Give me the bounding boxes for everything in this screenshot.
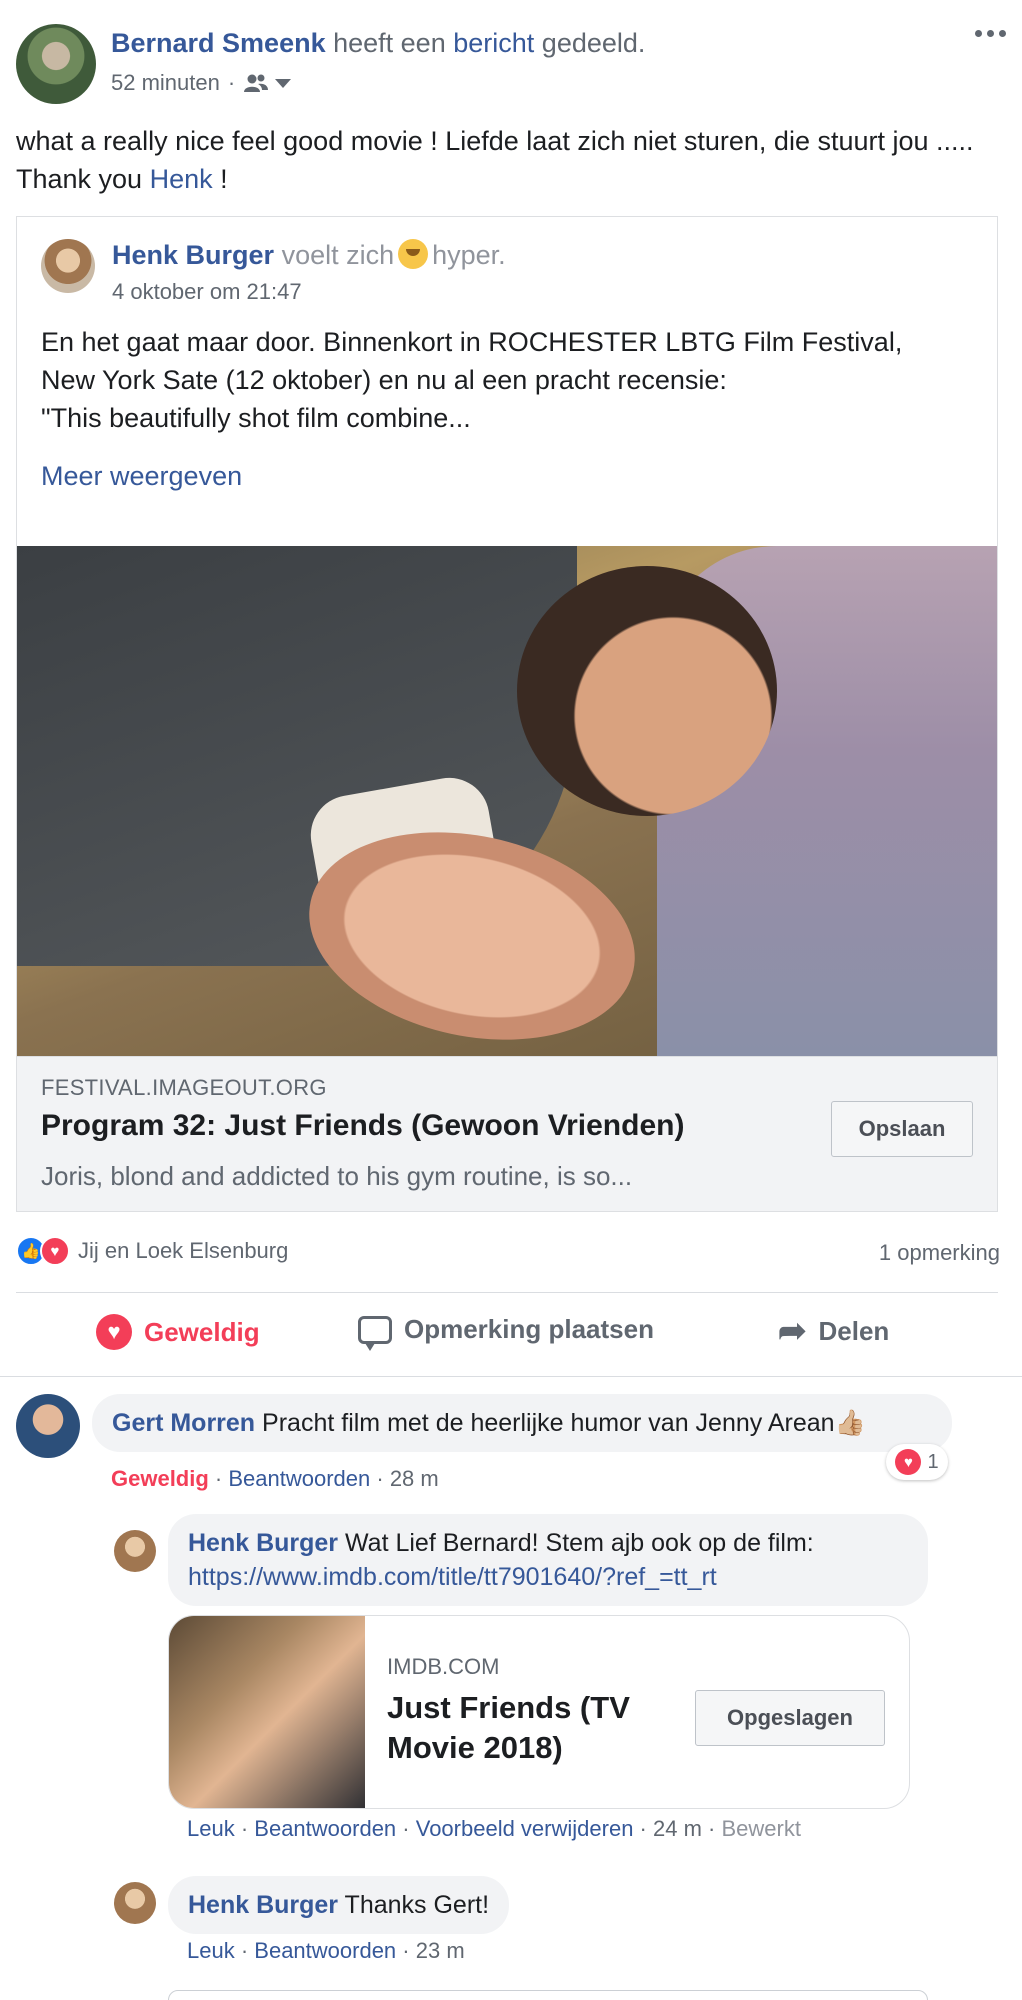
shared-text-line: "This beautifully shot film combine... [41, 403, 471, 433]
comment-reaction-count[interactable]: ♥ 1 [886, 1444, 948, 1480]
remove-preview-link[interactable]: Voorbeeld verwijderen [416, 1816, 634, 1841]
reply-bubble: Henk Burger Thanks Gert! [168, 1876, 510, 1934]
audience-selector[interactable] [243, 73, 292, 93]
friends-icon [244, 74, 269, 92]
reply-author[interactable]: Henk Burger [188, 1891, 338, 1919]
shared-post-card: Henk Burger voelt zich hyper. 4 oktober o… [16, 216, 998, 1212]
feeling-label: hyper. [432, 240, 506, 270]
feeling-prefix: voelt zich [281, 240, 395, 270]
saved-button[interactable]: Opgeslagen [695, 1690, 885, 1746]
reply-text: Thanks Gert! [344, 1891, 490, 1919]
comment-button[interactable]: Opmerking plaatsen [358, 1314, 654, 1351]
post-meta: 52 minuten · [111, 70, 292, 96]
post-text-end: ! [220, 164, 228, 194]
post-time[interactable]: 52 minuten [111, 70, 220, 96]
reactions-summary[interactable]: 👍 ♥ Jij en Loek Elsenburg [16, 1236, 288, 1266]
heart-icon: ♥ [895, 1449, 922, 1475]
post-text: what a really nice feel good movie ! Lie… [16, 122, 996, 198]
link-domain: FESTIVAL.IMAGEOUT.ORG [41, 1075, 327, 1100]
reaction-count: 1 [927, 1450, 939, 1473]
imdb-link-preview[interactable]: IMDB.COM Just Friends (TV Movie 2018) Op… [168, 1615, 910, 1809]
comment-bubble: Gert Morren Pracht film met de heerlijke… [92, 1394, 952, 1452]
shared-text-1: heeft een [333, 28, 446, 58]
like-link[interactable]: Leuk [187, 1816, 235, 1841]
reactions-text: Jij en Loek Elsenburg [78, 1238, 289, 1263]
comment-icon [358, 1315, 392, 1351]
meta-separator: · [227, 70, 236, 95]
comment-label: Opmerking plaatsen [404, 1314, 654, 1344]
comments-count[interactable]: 1 opmerking [879, 1240, 1000, 1266]
comment-text: Pracht film met de heerlijke humor van J… [262, 1409, 835, 1437]
reply-meta: Leuk · Beantwoorden · Voorbeeld verwijde… [187, 1816, 801, 1841]
love-button[interactable]: ♥ Geweldig [96, 1314, 260, 1350]
share-icon: ➦ [778, 1312, 807, 1350]
replier-avatar[interactable] [114, 1882, 156, 1924]
share-label: Delen [818, 1315, 890, 1346]
post-header-title: Bernard Smeenk heeft een bericht gedeeld… [111, 28, 645, 59]
divider [0, 1376, 1022, 1377]
heart-icon: ♥ [96, 1314, 132, 1350]
save-button[interactable]: Opslaan [831, 1101, 973, 1157]
reply-author[interactable]: Henk Burger [188, 1529, 338, 1557]
edited-label[interactable]: Bewerkt [721, 1816, 800, 1841]
link-preview-image[interactable] [17, 546, 997, 1056]
comment-reply-link[interactable]: Beantwoorden [228, 1466, 370, 1491]
share-button[interactable]: ➦ Delen [778, 1314, 889, 1348]
more-options-icon[interactable] [975, 30, 1006, 37]
reply-bubble: Henk Burger Wat Lief Bernard! Stem ajb o… [168, 1514, 928, 1606]
shared-post-header: Henk Burger voelt zich hyper. [112, 239, 506, 271]
link-title[interactable]: Program 32: Just Friends (Gewoon Vriende… [41, 1109, 684, 1143]
imdb-domain: IMDB.COM [387, 1654, 500, 1679]
love-label: Geweldig [144, 1316, 260, 1347]
chevron-down-icon [275, 78, 292, 88]
comment-author[interactable]: Gert Morren [112, 1409, 255, 1437]
author-name[interactable]: Bernard Smeenk [111, 28, 326, 58]
see-more-link[interactable]: Meer weergeven [41, 461, 242, 492]
shared-text-line: New York Sate (12 oktober) en nu al een … [41, 365, 727, 395]
reply-link[interactable]: Beantwoorden [254, 1816, 396, 1841]
shared-post-link[interactable]: bericht [453, 28, 534, 58]
comment-love-link[interactable]: Geweldig [111, 1466, 209, 1491]
post-header: Bernard Smeenk heeft een bericht gedeeld… [0, 0, 1022, 120]
reply-text: Wat Lief Bernard! Stem ajb ook op de fil… [345, 1529, 814, 1557]
comment-time[interactable]: 28 m [390, 1466, 439, 1491]
divider [16, 1292, 998, 1293]
imdb-title[interactable]: Just Friends (TV Movie 2018) [387, 1688, 667, 1768]
imdb-thumbnail [169, 1616, 365, 1808]
thumbs-up-emoji-icon: 👍🏼 [834, 1409, 866, 1437]
author-avatar[interactable] [16, 24, 96, 104]
reply-link[interactable]: Beantwoorden [254, 1938, 396, 1963]
shared-text-2: gedeeld. [541, 28, 646, 58]
shared-post-date[interactable]: 4 oktober om 21:47 [112, 279, 302, 305]
reply-time[interactable]: 24 m [653, 1816, 702, 1841]
commenter-avatar[interactable] [16, 1394, 80, 1458]
love-reaction-icon: ♥ [40, 1236, 70, 1266]
hyper-emoji-icon [398, 239, 429, 269]
mention-link[interactable]: Henk [150, 164, 213, 194]
link-preview-footer[interactable]: FESTIVAL.IMAGEOUT.ORG Program 32: Just F… [17, 1056, 997, 1211]
reply-meta: Leuk · Beantwoorden · 23 m [187, 1938, 465, 1963]
link-description: Joris, blond and addicted to his gym rou… [41, 1161, 633, 1191]
reply-url-link[interactable]: https://www.imdb.com/title/tt7901640/?re… [188, 1563, 717, 1591]
shared-author-name[interactable]: Henk Burger [112, 240, 274, 270]
comment-meta: Geweldig · Beantwoorden · 28 m [111, 1466, 439, 1491]
shared-author-avatar[interactable] [41, 239, 95, 293]
like-link[interactable]: Leuk [187, 1938, 235, 1963]
shared-post-text: En het gaat maar door. Binnenkort in ROC… [41, 323, 981, 437]
reply-time[interactable]: 23 m [416, 1938, 465, 1963]
action-bar: ♥ Geweldig Opmerking plaatsen ➦ Delen [0, 1302, 1022, 1372]
replier-avatar[interactable] [114, 1530, 156, 1572]
reply-input[interactable] [168, 1990, 928, 2000]
shared-text-line: En het gaat maar door. Binnenkort in ROC… [41, 327, 903, 357]
